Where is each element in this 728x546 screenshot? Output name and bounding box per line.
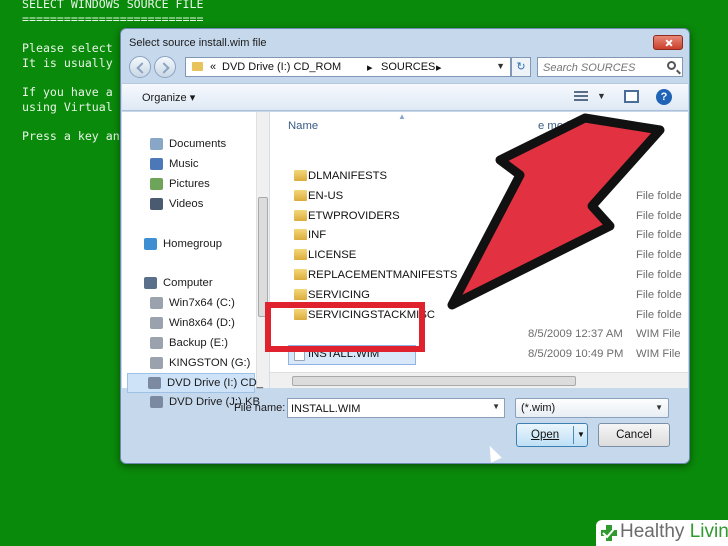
red-arrow-overlay (447, 113, 665, 310)
watermark: Healthy Living (596, 520, 728, 546)
arrow-icon (447, 113, 665, 310)
watermark-text: Healthy Living (620, 521, 728, 543)
healthy-living-logo-icon (601, 525, 617, 541)
watermark-part2: Living (689, 521, 728, 542)
watermark-part1: Healthy (620, 521, 685, 542)
